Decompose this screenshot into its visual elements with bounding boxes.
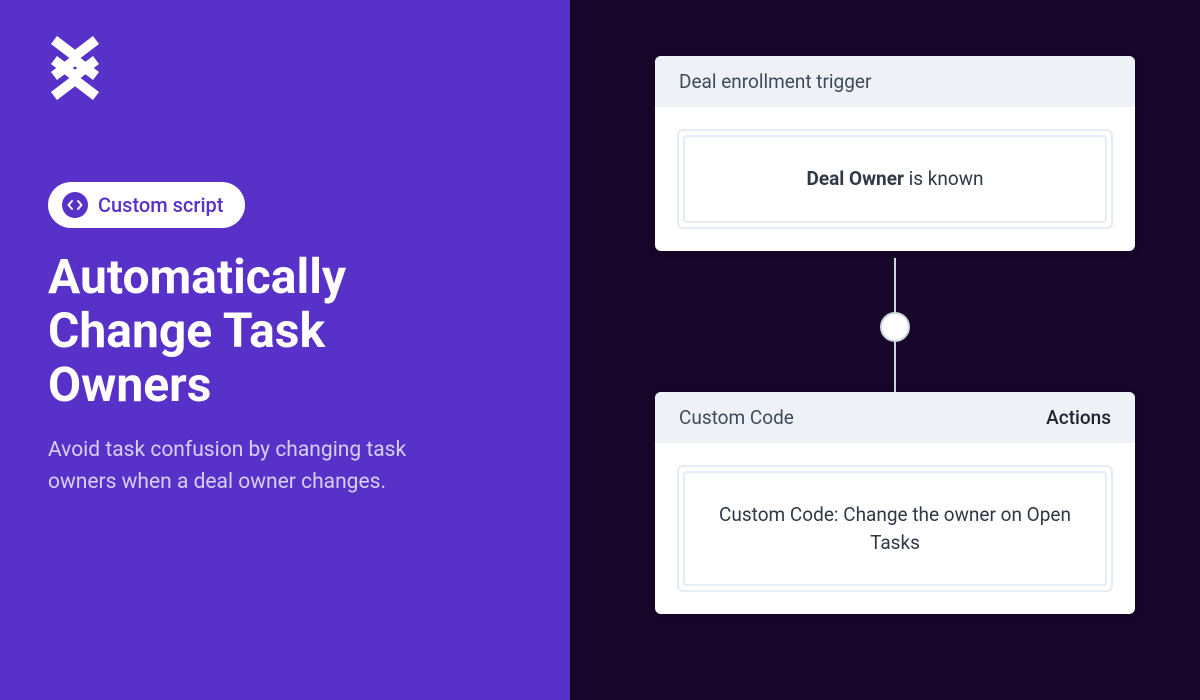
page-root: Custom script Automatically Change Task …: [0, 0, 1200, 700]
flow-connector-node: [880, 312, 910, 342]
actions-link[interactable]: Actions: [1046, 406, 1111, 429]
action-card: Custom Code Actions Custom Code: Change …: [655, 392, 1135, 614]
trigger-condition-bold: Deal Owner: [806, 167, 903, 190]
action-box: Custom Code: Change the owner on Open Ta…: [677, 465, 1113, 592]
action-card-body: Custom Code: Change the owner on Open Ta…: [655, 443, 1135, 614]
trigger-condition-rest: is known: [904, 167, 984, 190]
trigger-card: Deal enrollment trigger Deal Owner is kn…: [655, 56, 1135, 251]
flow-panel: Deal enrollment trigger Deal Owner is kn…: [570, 0, 1200, 700]
trigger-condition: Deal Owner is known: [683, 135, 1107, 223]
trigger-header-label: Deal enrollment trigger: [679, 70, 871, 93]
action-text: Custom Code: Change the owner on Open Ta…: [683, 471, 1107, 586]
trigger-card-header: Deal enrollment trigger: [655, 56, 1135, 107]
hero-panel: Custom script Automatically Change Task …: [0, 0, 570, 700]
trigger-card-body: Deal Owner is known: [655, 107, 1135, 251]
hero-title: Automatically Change Task Owners: [48, 250, 478, 411]
action-card-header: Custom Code Actions: [655, 392, 1135, 443]
hero-subtitle: Avoid task confusion by changing task ow…: [48, 435, 448, 498]
category-pill: Custom script: [48, 182, 245, 228]
trigger-condition-box: Deal Owner is known: [677, 129, 1113, 229]
action-header-label: Custom Code: [679, 406, 794, 429]
brand-logo: [48, 36, 522, 104]
code-icon: [62, 192, 88, 218]
category-label: Custom script: [98, 193, 223, 217]
